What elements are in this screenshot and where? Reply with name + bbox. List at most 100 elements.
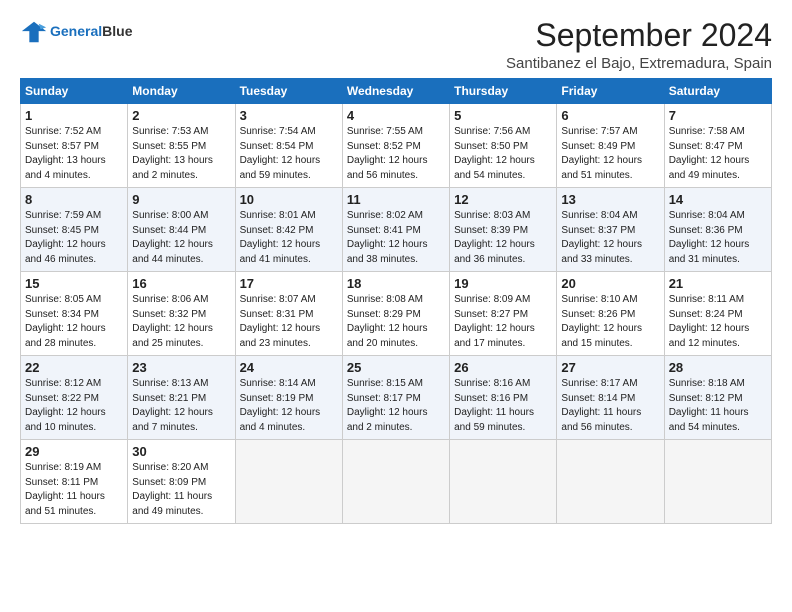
calendar-cell <box>235 440 342 524</box>
day-info: Sunrise: 8:18 AM Sunset: 8:12 PM Dayligh… <box>669 377 767 435</box>
day-number: 18 <box>347 276 445 291</box>
calendar-cell: 2Sunrise: 7:53 AM Sunset: 8:55 PM Daylig… <box>128 104 235 188</box>
calendar-cell: 14 Sunrise: 8:04 AM Sunset: 8:36 PM Dayli… <box>664 188 771 272</box>
calendar-table: SundayMondayTuesdayWednesdayThursdayFrid… <box>20 78 772 524</box>
day-info: Sunrise: 8:13 AM Sunset: 8:21 PM Dayligh… <box>132 377 230 435</box>
day-number: 4 <box>347 108 445 123</box>
day-number: 10 <box>240 192 338 207</box>
calendar-cell <box>342 440 449 524</box>
day-info: Sunrise: 8:16 AM Sunset: 8:16 PM Dayligh… <box>454 377 552 435</box>
calendar-cell <box>664 440 771 524</box>
logo-icon <box>20 18 48 46</box>
calendar-cell: 19 Sunrise: 8:09 AM Sunset: 8:27 PM Dayli… <box>450 272 557 356</box>
day-info: Sunrise: 8:14 AM Sunset: 8:19 PM Dayligh… <box>240 377 338 435</box>
logo-text: GeneralBlue <box>50 24 132 39</box>
day-info: Sunrise: 8:04 AM Sunset: 8:36 PM Dayligh… <box>669 209 767 267</box>
calendar-cell: 16 Sunrise: 8:06 AM Sunset: 8:32 PM Dayli… <box>128 272 235 356</box>
calendar-cell: 22Sunrise: 8:12 AM Sunset: 8:22 PM Dayli… <box>21 356 128 440</box>
day-number: 23 <box>132 360 230 375</box>
calendar-cell: 26Sunrise: 8:16 AM Sunset: 8:16 PM Dayli… <box>450 356 557 440</box>
calendar-cell: 29 Sunrise: 8:19 AM Sunset: 8:11 PM Dayli… <box>21 440 128 524</box>
day-number: 16 <box>132 276 230 291</box>
day-info: Sunrise: 8:11 AM Sunset: 8:24 PM Dayligh… <box>669 293 767 351</box>
weekday-header: Monday <box>128 79 235 104</box>
day-number: 6 <box>561 108 659 123</box>
day-number: 20 <box>561 276 659 291</box>
calendar-cell: 27Sunrise: 8:17 AM Sunset: 8:14 PM Dayli… <box>557 356 664 440</box>
day-number: 5 <box>454 108 552 123</box>
calendar-cell: 12Sunrise: 8:03 AM Sunset: 8:39 PM Dayli… <box>450 188 557 272</box>
page-title: September 2024 <box>506 18 772 53</box>
calendar-cell: 13 Sunrise: 8:04 AM Sunset: 8:37 PM Dayli… <box>557 188 664 272</box>
calendar-cell: 3 Sunrise: 7:54 AM Sunset: 8:54 PM Daylig… <box>235 104 342 188</box>
calendar-cell: 11Sunrise: 8:02 AM Sunset: 8:41 PM Dayli… <box>342 188 449 272</box>
calendar-week-row: 22Sunrise: 8:12 AM Sunset: 8:22 PM Dayli… <box>21 356 772 440</box>
day-number: 13 <box>561 192 659 207</box>
calendar-cell: 1 Sunrise: 7:52 AM Sunset: 8:57 PM Daylig… <box>21 104 128 188</box>
day-info: Sunrise: 8:06 AM Sunset: 8:32 PM Dayligh… <box>132 293 230 351</box>
day-info: Sunrise: 8:09 AM Sunset: 8:27 PM Dayligh… <box>454 293 552 351</box>
day-info: Sunrise: 7:57 AM Sunset: 8:49 PM Dayligh… <box>561 125 659 183</box>
day-info: Sunrise: 8:10 AM Sunset: 8:26 PM Dayligh… <box>561 293 659 351</box>
weekday-header: Tuesday <box>235 79 342 104</box>
day-number: 14 <box>669 192 767 207</box>
calendar-week-row: 29 Sunrise: 8:19 AM Sunset: 8:11 PM Dayli… <box>21 440 772 524</box>
calendar-cell: 6 Sunrise: 7:57 AM Sunset: 8:49 PM Daylig… <box>557 104 664 188</box>
calendar-week-row: 1 Sunrise: 7:52 AM Sunset: 8:57 PM Daylig… <box>21 104 772 188</box>
calendar-cell: 30 Sunrise: 8:20 AM Sunset: 8:09 PM Dayli… <box>128 440 235 524</box>
title-block: September 2024 Santibanez el Bajo, Extre… <box>506 18 772 72</box>
weekday-header: Sunday <box>21 79 128 104</box>
day-info: Sunrise: 7:53 AM Sunset: 8:55 PM Dayligh… <box>132 125 230 183</box>
calendar-cell: 23 Sunrise: 8:13 AM Sunset: 8:21 PM Dayli… <box>128 356 235 440</box>
day-number: 1 <box>25 108 123 123</box>
calendar-cell: 28 Sunrise: 8:18 AM Sunset: 8:12 PM Dayli… <box>664 356 771 440</box>
day-number: 12 <box>454 192 552 207</box>
calendar-cell: 25 Sunrise: 8:15 AM Sunset: 8:17 PM Dayli… <box>342 356 449 440</box>
weekday-header: Wednesday <box>342 79 449 104</box>
day-info: Sunrise: 8:07 AM Sunset: 8:31 PM Dayligh… <box>240 293 338 351</box>
day-number: 3 <box>240 108 338 123</box>
calendar-cell: 18 Sunrise: 8:08 AM Sunset: 8:29 PM Dayli… <box>342 272 449 356</box>
day-info: Sunrise: 8:01 AM Sunset: 8:42 PM Dayligh… <box>240 209 338 267</box>
day-info: Sunrise: 8:08 AM Sunset: 8:29 PM Dayligh… <box>347 293 445 351</box>
calendar-cell: 17Sunrise: 8:07 AM Sunset: 8:31 PM Dayli… <box>235 272 342 356</box>
page: GeneralBlue September 2024 Santibanez el… <box>0 0 792 534</box>
calendar-cell: 7Sunrise: 7:58 AM Sunset: 8:47 PM Daylig… <box>664 104 771 188</box>
day-number: 7 <box>669 108 767 123</box>
calendar-cell: 24 Sunrise: 8:14 AM Sunset: 8:19 PM Dayli… <box>235 356 342 440</box>
weekday-header: Friday <box>557 79 664 104</box>
day-info: Sunrise: 8:02 AM Sunset: 8:41 PM Dayligh… <box>347 209 445 267</box>
calendar-cell: 21 Sunrise: 8:11 AM Sunset: 8:24 PM Dayli… <box>664 272 771 356</box>
day-info: Sunrise: 7:54 AM Sunset: 8:54 PM Dayligh… <box>240 125 338 183</box>
logo: GeneralBlue <box>20 18 132 46</box>
calendar-week-row: 15Sunrise: 8:05 AM Sunset: 8:34 PM Dayli… <box>21 272 772 356</box>
calendar-cell: 8 Sunrise: 7:59 AM Sunset: 8:45 PM Daylig… <box>21 188 128 272</box>
day-number: 19 <box>454 276 552 291</box>
day-info: Sunrise: 8:19 AM Sunset: 8:11 PM Dayligh… <box>25 461 123 519</box>
day-info: Sunrise: 8:12 AM Sunset: 8:22 PM Dayligh… <box>25 377 123 435</box>
day-number: 9 <box>132 192 230 207</box>
day-number: 21 <box>669 276 767 291</box>
calendar-cell <box>450 440 557 524</box>
day-number: 28 <box>669 360 767 375</box>
calendar-cell: 9 Sunrise: 8:00 AM Sunset: 8:44 PM Daylig… <box>128 188 235 272</box>
day-info: Sunrise: 8:20 AM Sunset: 8:09 PM Dayligh… <box>132 461 230 519</box>
day-info: Sunrise: 7:52 AM Sunset: 8:57 PM Dayligh… <box>25 125 123 183</box>
calendar-cell: 15Sunrise: 8:05 AM Sunset: 8:34 PM Dayli… <box>21 272 128 356</box>
day-number: 8 <box>25 192 123 207</box>
day-number: 30 <box>132 444 230 459</box>
calendar-cell <box>557 440 664 524</box>
calendar-cell: 5 Sunrise: 7:56 AM Sunset: 8:50 PM Daylig… <box>450 104 557 188</box>
day-info: Sunrise: 7:55 AM Sunset: 8:52 PM Dayligh… <box>347 125 445 183</box>
day-number: 24 <box>240 360 338 375</box>
day-info: Sunrise: 8:04 AM Sunset: 8:37 PM Dayligh… <box>561 209 659 267</box>
day-number: 25 <box>347 360 445 375</box>
day-number: 29 <box>25 444 123 459</box>
day-number: 15 <box>25 276 123 291</box>
page-subtitle: Santibanez el Bajo, Extremadura, Spain <box>506 55 772 72</box>
day-info: Sunrise: 8:15 AM Sunset: 8:17 PM Dayligh… <box>347 377 445 435</box>
calendar-cell: 10 Sunrise: 8:01 AM Sunset: 8:42 PM Dayli… <box>235 188 342 272</box>
day-info: Sunrise: 7:56 AM Sunset: 8:50 PM Dayligh… <box>454 125 552 183</box>
day-info: Sunrise: 7:59 AM Sunset: 8:45 PM Dayligh… <box>25 209 123 267</box>
day-info: Sunrise: 8:00 AM Sunset: 8:44 PM Dayligh… <box>132 209 230 267</box>
